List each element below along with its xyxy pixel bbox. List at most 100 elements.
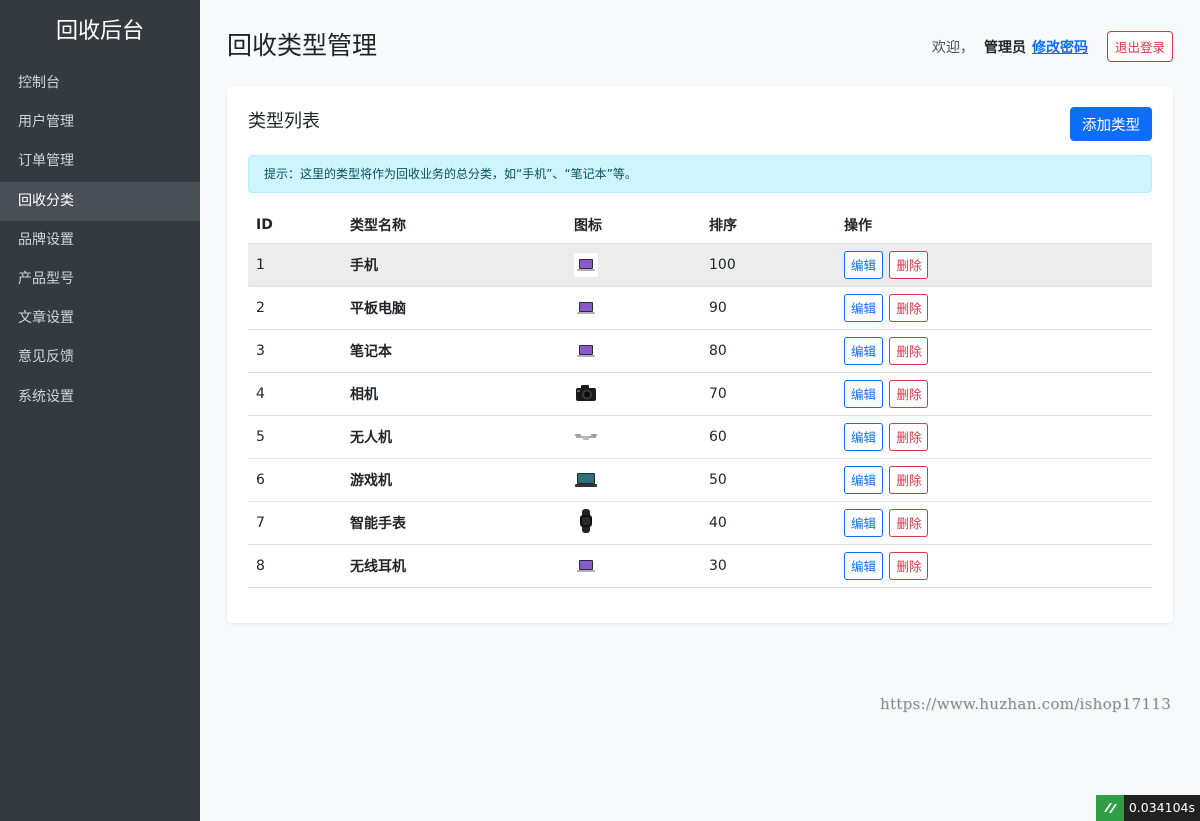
sidebar-item-system[interactable]: 系统设置 [0,378,200,417]
cell-icon [566,243,701,287]
cell-ops: 编辑 删除 [836,243,1152,287]
delete-button[interactable]: 删除 [889,293,929,322]
cell-id: 4 [248,372,342,416]
delete-button[interactable]: 删除 [889,422,929,451]
table-row: 1 手机 100 编辑 删除 [248,243,1152,287]
delete-button[interactable]: 删除 [889,379,929,408]
sidebar-item-dashboard[interactable]: 控制台 [0,64,200,103]
cell-icon [566,458,701,502]
game-console-icon [574,467,598,492]
cell-ops: 编辑 删除 [836,544,1152,588]
edit-button[interactable]: 编辑 [844,551,884,580]
edit-button[interactable]: 编辑 [844,508,884,537]
cell-name: 智能手表 [342,501,566,545]
cell-sort: 70 [701,372,836,416]
cell-name: 无线耳机 [342,544,566,588]
info-alert: 提示：这里的类型将作为回收业务的总分类，如“手机”、“笔记本”等。 [248,155,1152,193]
cell-icon [566,544,701,588]
debug-logo-icon[interactable] [1095,795,1124,821]
sidebar-item-orders[interactable]: 订单管理 [0,142,200,181]
table-header-row: ID 类型名称 图标 排序 操作 [248,207,1152,244]
cell-name: 平板电脑 [342,286,566,330]
logout-button[interactable]: 退出登录 [1106,31,1173,62]
edit-button[interactable]: 编辑 [844,465,884,494]
sidebar-nav: 控制台 用户管理 订单管理 回收分类 品牌设置 产品型号 文章设置 意见反馈 系… [0,64,200,417]
sidebar-item-models[interactable]: 产品型号 [0,260,200,299]
type-table: ID 类型名称 图标 排序 操作 1 手机 100 编辑 删除 2 平板电脑 9… [248,207,1152,588]
sidebar-item-users[interactable]: 用户管理 [0,103,200,142]
delete-button[interactable]: 删除 [889,250,929,279]
sidebar-brand: 回收后台 [55,19,144,44]
cell-ops: 编辑 删除 [836,286,1152,330]
cell-id: 3 [248,329,342,373]
laptop-icon [574,338,598,363]
sidebar-item-articles[interactable]: 文章设置 [0,299,200,338]
username: 管理员 [983,39,1026,56]
table-row: 4 相机 70 编辑 删除 [248,372,1152,416]
page-title: 回收类型管理 [227,31,378,60]
cell-icon [566,415,701,459]
smartwatch-icon [574,508,598,533]
delete-button[interactable]: 删除 [889,336,929,365]
cell-ops: 编辑 删除 [836,372,1152,416]
debug-timer: 0.034104s [1095,795,1200,821]
sidebar: 回收后台 控制台 用户管理 订单管理 回收分类 品牌设置 产品型号 文章设置 意… [0,0,200,821]
cell-icon [566,329,701,373]
cell-sort: 40 [701,501,836,545]
cell-name: 手机 [342,243,566,287]
cell-ops: 编辑 删除 [836,329,1152,373]
header-ops: 操作 [836,207,1152,244]
cell-sort: 60 [701,415,836,459]
cell-id: 7 [248,501,342,545]
table-row: 5 无人机 60 编辑 删除 [248,415,1152,459]
cell-id: 5 [248,415,342,459]
table-row: 2 平板电脑 90 编辑 删除 [248,286,1152,330]
cell-sort: 90 [701,286,836,330]
edit-button[interactable]: 编辑 [844,379,884,408]
table-row: 3 笔记本 80 编辑 删除 [248,329,1152,373]
header-id: ID [248,207,342,244]
change-password-link[interactable]: 修改密码 [1032,37,1088,57]
laptop-icon [574,252,598,277]
delete-button[interactable]: 删除 [889,465,929,494]
cell-name: 无人机 [342,415,566,459]
cell-name: 游戏机 [342,458,566,502]
drone-icon [574,424,598,449]
cell-id: 2 [248,286,342,330]
cell-icon [566,501,701,545]
cell-ops: 编辑 删除 [836,415,1152,459]
table-row: 6 游戏机 50 编辑 删除 [248,458,1152,502]
sidebar-item-recycle-category[interactable]: 回收分类 [0,181,200,221]
edit-button[interactable]: 编辑 [844,336,884,365]
cell-sort: 30 [701,544,836,588]
edit-button[interactable]: 编辑 [844,250,884,279]
add-type-button[interactable]: 添加类型 [1070,107,1152,141]
header-name: 类型名称 [342,207,566,244]
watermark-text: https://www.huzhan.com/ishop17113 [880,695,1172,713]
sidebar-item-brands[interactable]: 品牌设置 [0,221,200,260]
delete-button[interactable]: 删除 [889,508,929,537]
cell-id: 6 [248,458,342,502]
cell-ops: 编辑 删除 [836,458,1152,502]
cell-name: 笔记本 [342,329,566,373]
user-box: 欢迎， 管理员 修改密码 退出登录 [932,31,1173,62]
cell-sort: 80 [701,329,836,373]
edit-button[interactable]: 编辑 [844,293,884,322]
delete-button[interactable]: 删除 [889,551,929,580]
card-title: 类型列表 [248,111,320,132]
table-row: 8 无线耳机 30 编辑 删除 [248,544,1152,588]
cell-ops: 编辑 删除 [836,501,1152,545]
table-body: 1 手机 100 编辑 删除 2 平板电脑 90 编辑 删除 3 笔记本 80 … [248,243,1152,588]
welcome-text: 欢迎， [931,39,974,56]
edit-button[interactable]: 编辑 [844,422,884,451]
header-icon: 图标 [566,207,701,244]
debug-timer-value: 0.034104s [1123,795,1200,821]
cell-sort: 50 [701,458,836,502]
sidebar-item-feedback[interactable]: 意见反馈 [0,338,200,377]
topbar: 回收类型管理 欢迎， 管理员 修改密码 退出登录 [227,0,1173,86]
header-sort: 排序 [701,207,836,244]
type-list-card: 类型列表 添加类型 提示：这里的类型将作为回收业务的总分类，如“手机”、“笔记本… [227,86,1173,623]
camera-icon [574,381,598,405]
cell-sort: 100 [701,243,836,287]
cell-icon [566,372,701,416]
